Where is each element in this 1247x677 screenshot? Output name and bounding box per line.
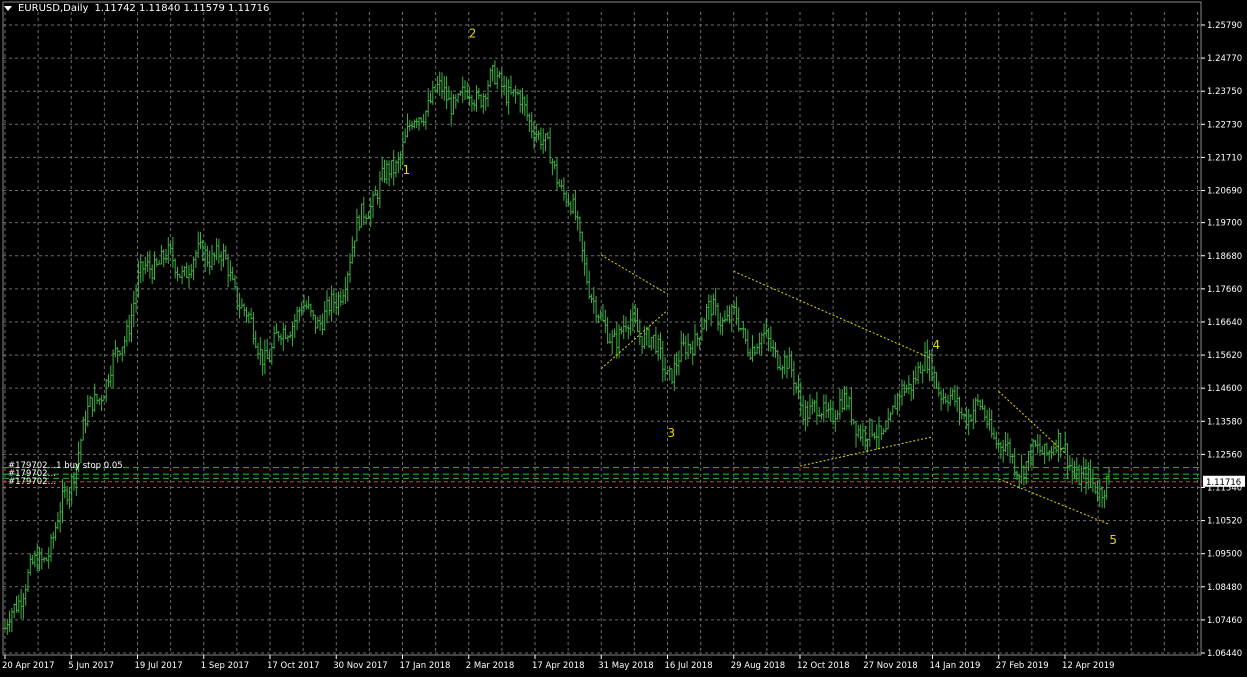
x-tick-label: 20 Apr 2017: [2, 661, 55, 671]
y-tick-label: 1.23750: [1207, 87, 1242, 97]
y-tick-label: 1.21710: [1207, 153, 1242, 163]
order-labels: #179702…1 buy stop 0.05 #179702… #179702…: [8, 462, 123, 487]
price-chart[interactable]: 1 2 3 4 5 1.25790 1.24770 1.23750 1.22730 1.2171…: [0, 0, 1247, 677]
y-tick-label: 1.24770: [1207, 54, 1242, 64]
x-tick-label: 17 Apr 2018: [532, 661, 585, 671]
wave-label: 1: [403, 163, 411, 177]
x-tick-label: 17 Oct 2017: [267, 661, 320, 671]
x-tick-label: 12 Apr 2019: [1062, 661, 1115, 671]
x-tick-label: 27 Nov 2018: [863, 661, 917, 671]
order-label[interactable]: #179702…: [8, 478, 123, 487]
x-tick-label: 27 Feb 2019: [996, 661, 1049, 671]
x-tick-label: 14 Jan 2019: [930, 661, 981, 671]
y-tick-label: 1.25790: [1207, 21, 1242, 31]
x-tick-label: 1 Sep 2017: [201, 661, 249, 671]
y-tick-label: 1.22730: [1207, 120, 1242, 130]
wave-label: 4: [933, 338, 941, 352]
y-tick-label: 1.20690: [1207, 187, 1242, 197]
y-tick-label: 1.16640: [1207, 318, 1242, 328]
y-tick-label: 1.18680: [1207, 252, 1242, 262]
y-tick-label: 1.15620: [1207, 351, 1242, 361]
wave-label: 5: [1109, 533, 1117, 547]
x-tick-label: 31 May 2018: [598, 661, 653, 671]
symbol-label: EURUSD,Daily: [18, 3, 89, 14]
current-price-label: 1.11716: [1206, 478, 1241, 488]
x-tick-label: 12 Oct 2018: [797, 661, 850, 671]
x-tick-label: 16 Jul 2018: [665, 661, 713, 671]
y-tick-label: 1.13580: [1207, 417, 1242, 427]
y-tick-label: 1.08480: [1207, 583, 1242, 593]
x-tick-label: 19 Jul 2017: [135, 661, 183, 671]
ohlc-values: 1.11742 1.11840 1.11579 1.11716: [94, 3, 270, 14]
wave-label: 3: [668, 426, 676, 440]
x-tick-label: 17 Jan 2018: [400, 661, 451, 671]
y-tick-label: 1.19700: [1207, 219, 1242, 229]
y-tick-label: 1.10520: [1207, 517, 1242, 527]
x-tick-label: 2 Mar 2018: [466, 661, 514, 671]
dropdown-triangle-icon[interactable]: [4, 6, 12, 11]
y-tick-label: 1.06440: [1207, 649, 1242, 659]
x-tick-label: 30 Nov 2017: [333, 661, 387, 671]
current-price-box: 1.11716: [1203, 475, 1245, 488]
x-tick-label: 29 Aug 2018: [731, 661, 785, 671]
x-tick-label: 5 Jun 2017: [68, 661, 114, 671]
chart-header[interactable]: EURUSD,Daily 1.11742 1.11840 1.11579 1.1…: [4, 3, 269, 14]
y-tick-label: 1.09500: [1207, 550, 1242, 560]
wave-label: 2: [469, 27, 477, 41]
y-tick-label: 1.14600: [1207, 384, 1242, 394]
y-tick-label: 1.17660: [1207, 285, 1242, 295]
y-tick-label: 1.07460: [1207, 616, 1242, 626]
y-tick-label: 1.12560: [1207, 450, 1242, 460]
